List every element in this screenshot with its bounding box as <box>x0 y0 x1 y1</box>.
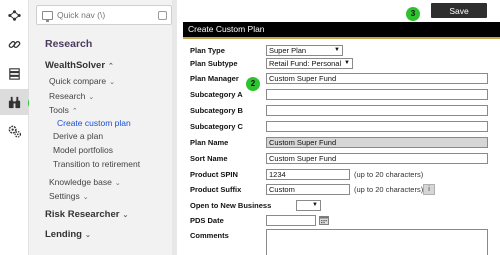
step-badge-2: 2 <box>246 77 260 91</box>
suffix-hint: (up to 20 characters) <box>354 185 424 194</box>
calendar-icon[interactable] <box>319 215 329 225</box>
plan-name-input: Custom Super Fund <box>266 137 488 148</box>
link-icon <box>8 40 21 48</box>
nav-settings-label: Settings <box>49 191 80 201</box>
subcategory-b-label: Subcategory B <box>190 106 243 115</box>
network-icon <box>8 9 21 21</box>
chevron-down-icon: ⌄ <box>114 180 121 187</box>
chevron-down-icon: ⌄ <box>82 194 89 201</box>
chevron-down-icon: ⌄ <box>109 79 116 86</box>
nav-lending[interactable]: Lending ⌄ <box>45 229 91 240</box>
subcategory-a-input[interactable] <box>266 89 488 100</box>
product-suffix-input[interactable]: Custom <box>266 184 350 195</box>
subcategory-c-label: Subcategory C <box>190 122 243 131</box>
plan-manager-label: Plan Manager <box>190 74 239 83</box>
comments-textarea[interactable] <box>266 229 488 255</box>
chevron-down-icon: ▼ <box>344 60 350 66</box>
nav-settings[interactable]: Settings ⌄ <box>49 191 89 201</box>
nav-tools[interactable]: Tools ⌃ <box>49 105 78 115</box>
comments-label: Comments <box>190 231 229 240</box>
step-badge-3: 3 <box>406 7 420 21</box>
nav-quick-compare-label: Quick compare <box>49 76 107 86</box>
spin-hint: (up to 20 characters) <box>354 170 424 179</box>
chevron-up-icon: ⌃ <box>71 108 78 115</box>
nav-model-portfolios[interactable]: Model portfolios <box>53 145 113 155</box>
quick-nav[interactable] <box>36 5 172 25</box>
nav-knowledge-base[interactable]: Knowledge base ⌄ <box>49 177 121 187</box>
nav-lending-label: Lending <box>45 229 82 240</box>
nav-transition[interactable]: Transition to retirement <box>53 159 140 169</box>
binoculars-icon <box>8 96 21 108</box>
nav-tools-label: Tools <box>49 105 69 115</box>
open-new-business-select[interactable]: ▼ <box>296 200 321 211</box>
plan-type-label: Plan Type <box>190 46 225 55</box>
nav-create-custom-plan[interactable]: Create custom plan <box>57 118 131 128</box>
nav-panel: Research WealthSolver⌃ Quick compare⌄ Re… <box>29 0 177 255</box>
plan-subtype-select[interactable]: Retail Fund: Personal ▼ <box>266 58 353 69</box>
quick-nav-input[interactable] <box>57 10 157 20</box>
nav-research[interactable]: Research ⌄ <box>49 91 94 101</box>
product-spin-label: Product SPIN <box>190 170 238 179</box>
plan-type-value: Super Plan <box>269 46 307 55</box>
toolbar: Save <box>177 0 500 21</box>
monitor-icon <box>42 10 53 22</box>
nav-risk-researcher[interactable]: Risk Researcher ⌄ <box>45 209 128 220</box>
info-icon[interactable]: i <box>423 184 435 195</box>
save-button[interactable]: Save <box>431 3 487 18</box>
chevron-down-icon: ▼ <box>334 47 340 53</box>
pds-date-label: PDS Date <box>190 216 224 225</box>
chevron-down-icon: ⌄ <box>88 94 95 101</box>
app: 1 Research WealthSolver⌃ Quick compare⌄ … <box>0 0 500 255</box>
plan-name-label: Plan Name <box>190 138 229 147</box>
product-suffix-label: Product Suffix <box>190 185 242 194</box>
chevron-down-icon: ⌄ <box>84 232 91 239</box>
rail-network[interactable] <box>0 2 29 28</box>
plan-type-select[interactable]: Super Plan ▼ <box>266 45 343 56</box>
subcategory-a-label: Subcategory A <box>190 90 243 99</box>
product-spin-input[interactable]: 1234 <box>266 169 350 180</box>
custom-plan-form: Plan Type Super Plan ▼ Plan Subtype Retai… <box>183 37 500 255</box>
nav-risk-researcher-label: Risk Researcher <box>45 209 120 220</box>
sort-name-label: Sort Name <box>190 154 228 163</box>
form-header: Create Custom Plan <box>183 22 500 37</box>
nav-wealthsolver-label: WealthSolver <box>45 60 106 71</box>
plan-subtype-label: Plan Subtype <box>190 59 238 68</box>
nav-title: Research <box>45 38 93 50</box>
plan-manager-input[interactable]: Custom Super Fund <box>266 73 488 84</box>
layers-icon <box>9 67 20 80</box>
pds-date-input[interactable] <box>266 215 316 226</box>
nav-derive-plan[interactable]: Derive a plan <box>53 131 103 141</box>
subcategory-b-input[interactable] <box>266 105 488 116</box>
plan-subtype-value: Retail Fund: Personal <box>269 59 342 68</box>
shortcut-square-icon <box>158 11 167 20</box>
rail-research[interactable] <box>0 89 29 115</box>
chevron-down-icon: ▼ <box>312 202 318 208</box>
chevron-down-icon: ⌄ <box>122 212 129 219</box>
chevron-up-icon: ⌃ <box>108 63 114 70</box>
open-new-business-label: Open to New Business <box>190 201 272 210</box>
nav-quick-compare[interactable]: Quick compare ⌄ <box>49 76 115 86</box>
rail-settings[interactable] <box>0 118 29 144</box>
icon-rail <box>0 0 29 255</box>
sort-name-input[interactable]: Custom Super Fund <box>266 153 488 164</box>
rail-layers[interactable] <box>0 60 29 86</box>
nav-research-label: Research <box>49 91 86 101</box>
nav-wealthsolver[interactable]: WealthSolver ⌃ <box>45 60 114 71</box>
subcategory-c-input[interactable] <box>266 121 488 132</box>
main-panel: Save Create Custom Plan Plan Type Super … <box>177 0 500 255</box>
gears-icon <box>8 125 22 138</box>
nav-knowledge-base-label: Knowledge base <box>49 177 112 187</box>
rail-link[interactable] <box>0 31 29 57</box>
